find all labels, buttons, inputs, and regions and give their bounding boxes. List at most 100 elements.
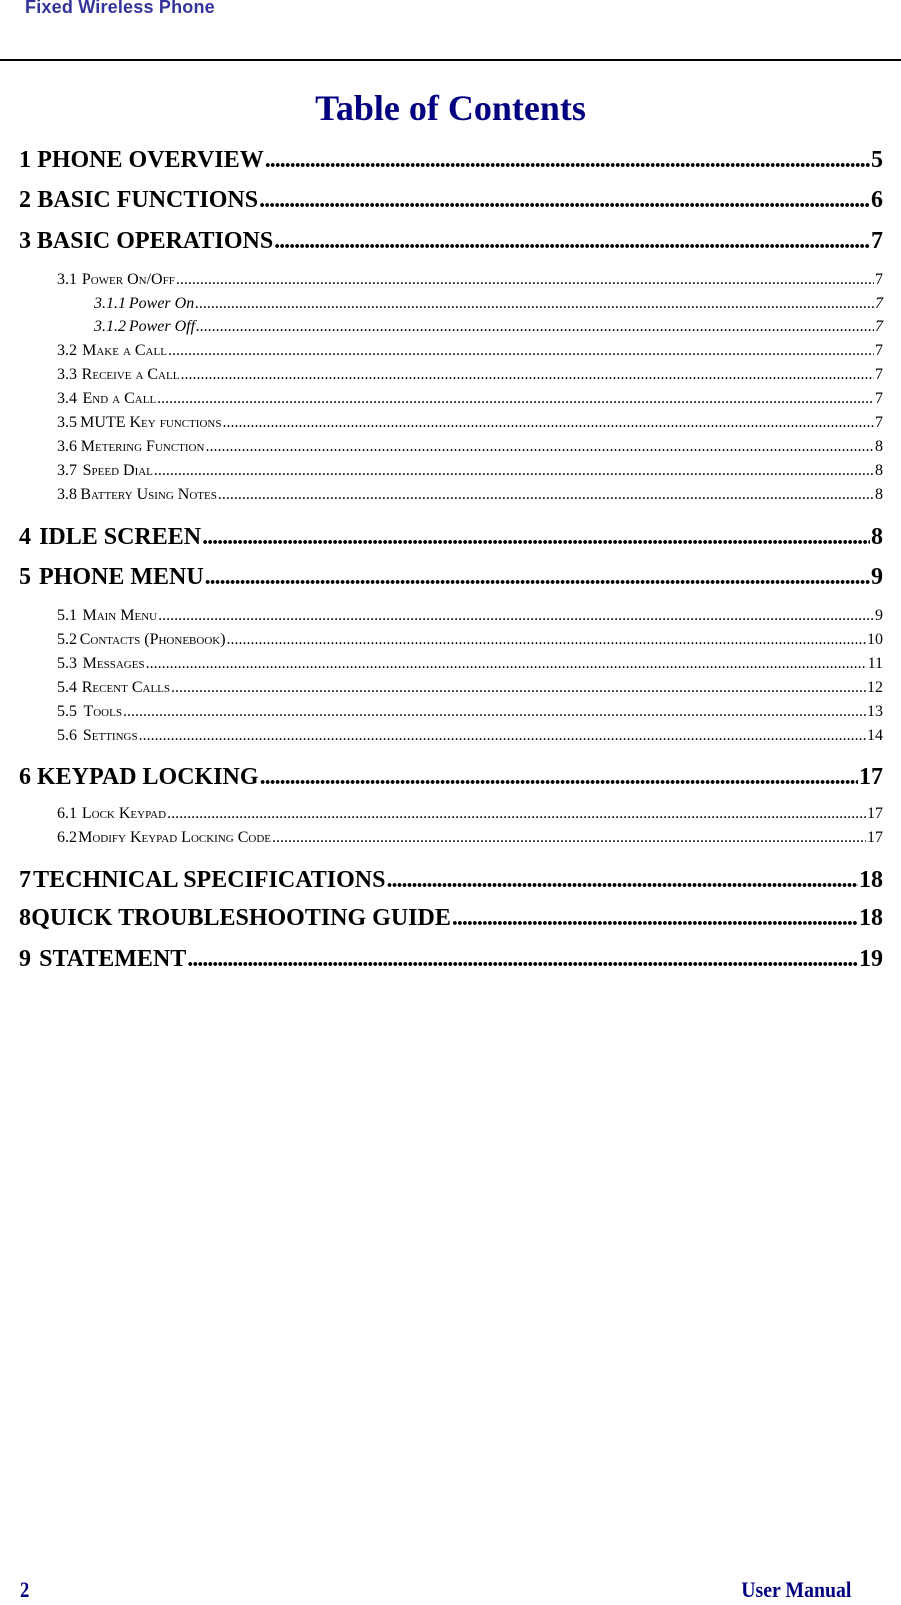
toc-entry-label: Battery Using Notes: [80, 486, 217, 503]
toc-entry-page: 17: [867, 829, 883, 846]
toc-entry-label: Power On: [128, 295, 195, 312]
toc-entry-number: 3: [19, 228, 31, 254]
dot-leader: [176, 269, 874, 291]
toc-entry-number: 5.2: [57, 631, 77, 648]
dot-leader: [205, 436, 874, 458]
toc-entry[interactable]: 5.6 Settings 14: [57, 725, 883, 747]
toc-entry[interactable]: 3.7 Speed Dial 8: [57, 460, 883, 482]
toc-entry[interactable]: 4 IDLE SCREEN 8: [19, 522, 883, 552]
toc-entry-label: BASIC OPERATIONS: [36, 228, 274, 254]
toc-entry[interactable]: 6 KEYPAD LOCKING 17: [19, 762, 883, 792]
toc-entry-label: PHONE MENU: [38, 564, 204, 590]
toc-entry-page: 7: [875, 366, 883, 383]
toc-entry[interactable]: 3.1.1 Power On 7: [94, 293, 883, 315]
dot-leader: [180, 364, 874, 386]
toc-entry-label: QUICK TROUBLESHOOTING GUIDE: [31, 905, 451, 931]
toc-entry[interactable]: 3.1.2 Power Off 7: [94, 316, 883, 338]
toc-entry-page: 10: [867, 631, 883, 648]
toc-entry-number: 3.3: [57, 366, 77, 383]
toc-entry[interactable]: 3.5 MUTE Key functions 7: [57, 412, 883, 434]
toc-entry-number: 3.1.2: [94, 318, 126, 335]
toc-entry[interactable]: 3.1 Power On/Off 7: [57, 269, 883, 291]
toc-entry-page: 7: [871, 228, 883, 254]
toc-entry[interactable]: 5.2 Contacts (Phonebook) 10: [57, 629, 883, 651]
toc-entry-number: 3.6: [57, 438, 77, 455]
dot-leader: [260, 762, 858, 792]
toc-entry-page: 5: [871, 147, 883, 173]
toc-entry-label: TECHNICAL SPECIFICATIONS: [33, 867, 386, 893]
toc-entry[interactable]: 7 TECHNICAL SPECIFICATIONS 18: [19, 865, 883, 895]
toc-entry-number: 3.1: [57, 271, 77, 288]
dot-leader: [386, 865, 858, 895]
toc-entry-label: Recent Calls: [81, 679, 171, 696]
toc-entry[interactable]: 5 PHONE MENU 9: [19, 562, 883, 592]
toc-entry-number: 1: [19, 147, 31, 173]
toc-entry[interactable]: 3 BASIC OPERATIONS 7: [19, 226, 883, 256]
toc-entry-page: 8: [875, 438, 883, 455]
toc-entry-number: 6.2: [57, 829, 77, 846]
dot-leader: [259, 185, 870, 215]
dot-leader: [222, 412, 874, 434]
toc-entry-page: 18: [859, 867, 883, 893]
toc-entry[interactable]: 3.8 Battery Using Notes 8: [57, 484, 883, 506]
toc-entry-page: 8: [875, 486, 883, 503]
toc-entry-number: 3.2: [57, 342, 77, 359]
footer-page-number: 2: [20, 1577, 30, 1602]
toc-entry-number: 2: [19, 187, 31, 213]
toc-entry-page: 19: [859, 946, 883, 972]
toc-entry-number: 3.1.1: [94, 295, 126, 312]
dot-leader: [202, 522, 870, 552]
toc-entry-number: 4: [19, 524, 31, 550]
toc-entry-label: KEYPAD LOCKING: [36, 764, 259, 790]
toc-entry-page: 17: [867, 805, 883, 822]
toc-entry-number: 5.3: [57, 655, 77, 672]
toc-entry[interactable]: 3.6 Metering Function 8: [57, 436, 883, 458]
toc-entry-page: 9: [875, 607, 883, 624]
toc-entry-page: 13: [867, 703, 883, 720]
toc-entry[interactable]: 2 BASIC FUNCTIONS 6: [19, 185, 883, 215]
toc-entry-label: Power Off: [128, 318, 196, 335]
toc-entry-number: 5.6: [57, 727, 77, 744]
toc-entry[interactable]: 6.2 Modify Keypad Locking Code 17: [57, 827, 883, 849]
dot-leader: [452, 903, 858, 933]
toc-entry[interactable]: 3.2 Make a Call 7: [57, 340, 883, 362]
toc-entry-label: STATEMENT: [39, 946, 187, 972]
toc-entry[interactable]: 3.3 Receive a Call 7: [57, 364, 883, 386]
toc-entry-label: Speed Dial: [82, 462, 153, 479]
toc-entry-page: 8: [875, 462, 883, 479]
toc-entry[interactable]: 5.1 Main Menu 9: [57, 605, 883, 627]
toc-entry-label: Lock Keypad: [81, 805, 167, 822]
dot-leader: [227, 629, 866, 651]
dot-leader: [123, 701, 866, 723]
toc-entry-page: 7: [875, 414, 883, 431]
toc-entry[interactable]: 6.1 Lock Keypad 17: [57, 803, 883, 825]
toc-entry[interactable]: 5.3 Messages 11: [57, 653, 883, 675]
toc-entry-label: Receive a Call: [81, 366, 180, 383]
toc-entry[interactable]: 5.5 Tools 13: [57, 701, 883, 723]
dot-leader: [272, 827, 866, 849]
toc-entry-label: Contacts (Phonebook): [79, 631, 226, 648]
toc-entry-number: 5.4: [57, 679, 77, 696]
toc-entry-label: Settings: [82, 727, 138, 744]
toc-entry-label: IDLE SCREEN: [39, 524, 202, 550]
toc-entry-number: 8: [19, 905, 31, 931]
toc-entry-label: Power On/Off: [81, 271, 175, 288]
toc-entry[interactable]: 8 QUICK TROUBLESHOOTING GUIDE 18: [19, 903, 883, 933]
toc-entry[interactable]: 3.4 End a Call 7: [57, 388, 883, 410]
toc-entry-number: 6: [19, 764, 31, 790]
dot-leader: [205, 562, 870, 592]
toc-entry[interactable]: 9 STATEMENT 19: [19, 944, 883, 974]
dot-leader: [187, 944, 858, 974]
dot-leader: [168, 340, 874, 362]
toc-entry-page: 7: [875, 271, 883, 288]
toc-entry[interactable]: 5.4 Recent Calls 12: [57, 677, 883, 699]
toc-entry-number: 3.8: [57, 486, 77, 503]
toc-entry[interactable]: 1 PHONE OVERVIEW 5: [19, 145, 883, 175]
toc-entry-page: 7: [875, 295, 883, 312]
toc-entry-label: Make a Call: [82, 342, 167, 359]
toc-entry-label: MUTE Key functions: [80, 414, 222, 431]
toc-entry-label: BASIC FUNCTIONS: [37, 187, 259, 213]
toc-entry-number: 6.1: [57, 805, 77, 822]
toc-entry-page: 6: [871, 187, 883, 213]
dot-leader: [196, 316, 874, 338]
